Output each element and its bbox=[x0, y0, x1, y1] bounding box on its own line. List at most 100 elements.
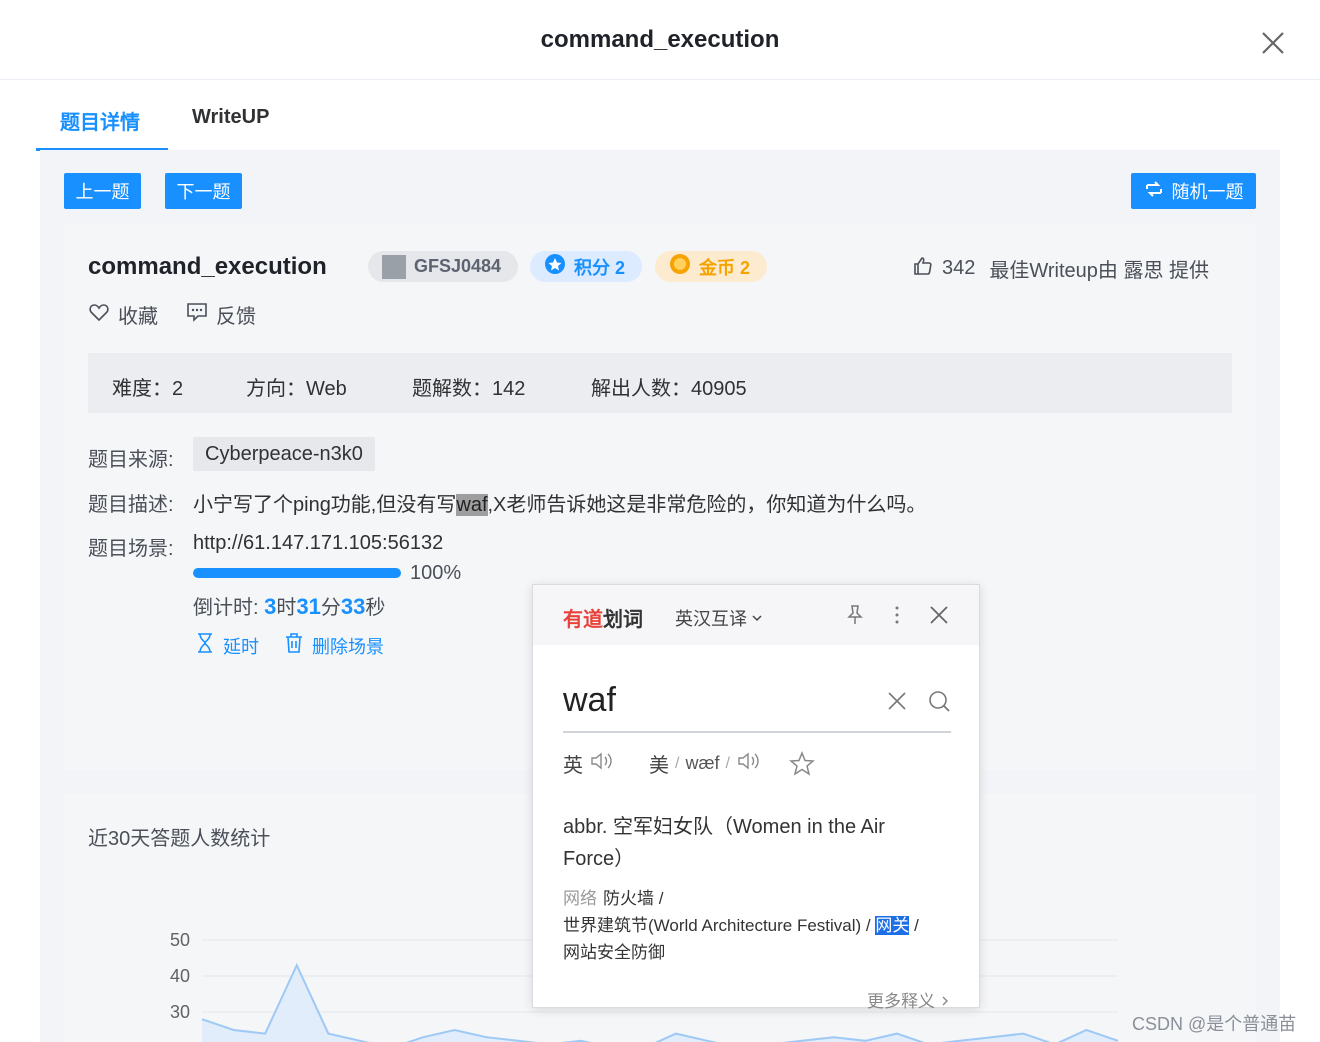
web-def-4: 网站安全防御 bbox=[563, 943, 665, 962]
favorite-button[interactable]: 收藏 bbox=[88, 300, 158, 329]
desc-text: 小宁写了个ping功能,但没有写waf,X老师告诉她这是非常危险的，你知道为什么… bbox=[193, 488, 926, 517]
dialog-title: command_execution bbox=[540, 26, 780, 53]
youdao-logo: 有道划词 bbox=[563, 603, 643, 632]
translate-mode-select[interactable]: 英汉互译 bbox=[675, 605, 763, 631]
stat-difficulty: 难度：2 bbox=[112, 378, 184, 400]
search-underline bbox=[563, 731, 951, 733]
definition: abbr. 空军妇女队（Women in the Air Force） bbox=[563, 816, 885, 870]
extend-button[interactable]: 延时 bbox=[195, 632, 259, 659]
web-def-tag: 网络 bbox=[563, 889, 597, 908]
user-tag-label: GFSJ0484 bbox=[414, 256, 502, 276]
coin-icon bbox=[669, 253, 691, 280]
pin-icon[interactable] bbox=[843, 603, 867, 627]
web-def-3: / bbox=[909, 916, 919, 935]
score-badge: 积分 2 bbox=[530, 251, 642, 282]
delete-scene-button[interactable]: 删除场景 bbox=[284, 632, 384, 659]
us-pronunciation: 美 / wæf / bbox=[649, 749, 764, 778]
scene-url[interactable]: http://61.147.171.105:56132 bbox=[193, 532, 443, 555]
uk-pronunciation: 英 bbox=[563, 749, 617, 778]
coin-label: 金币 2 bbox=[699, 257, 751, 278]
dialog-header: command_execution bbox=[0, 0, 1320, 80]
challenge-title: command_execution bbox=[88, 253, 327, 280]
slash-left: / bbox=[675, 754, 680, 772]
countdown-label: 倒计时: bbox=[193, 597, 265, 619]
scene-progress-bar bbox=[193, 568, 401, 578]
next-button[interactable]: 下一题 bbox=[165, 173, 242, 209]
countdown-minutes-unit: 分 bbox=[320, 597, 341, 619]
lookup-word[interactable]: waf bbox=[563, 681, 616, 720]
close-icon[interactable] bbox=[927, 603, 951, 627]
likes-count: 342 bbox=[942, 257, 976, 279]
clear-icon[interactable] bbox=[885, 689, 909, 713]
likes-info: 342 最佳Writeup由 露思 提供 bbox=[912, 254, 1209, 283]
score-icon bbox=[544, 253, 566, 280]
tab-writeup[interactable]: WriteUP bbox=[192, 106, 269, 129]
app-root: command_execution 题目详情 WriteUP 上一题 下一题 随… bbox=[0, 0, 1320, 1042]
chevron-right-icon bbox=[940, 992, 950, 1011]
heart-icon bbox=[88, 301, 110, 329]
watermark: CSDN @是个普通苗 bbox=[1132, 1014, 1297, 1034]
countdown-hours: 3 bbox=[264, 594, 277, 619]
countdown: 倒计时: 3时31分33秒 bbox=[193, 591, 385, 620]
user-tag[interactable]: GFSJ0484 bbox=[368, 251, 518, 282]
desc-label: 题目描述: bbox=[88, 494, 174, 516]
source-tag: Cyberpeace-n3k0 bbox=[193, 437, 375, 471]
web-def-2: 世界建筑节(World Architecture Festival) / bbox=[563, 916, 871, 935]
stat-direction: 方向：Web bbox=[246, 378, 347, 400]
web-definitions: 网络 防火墙 / 世界建筑节(World Architecture Festiva… bbox=[563, 885, 963, 966]
close-icon[interactable] bbox=[1258, 28, 1288, 58]
trash-icon bbox=[284, 632, 304, 659]
feedback-icon bbox=[186, 301, 208, 329]
countdown-seconds-unit: 秒 bbox=[365, 597, 386, 619]
youdao-logo-product: 划词 bbox=[603, 609, 643, 631]
us-ipa: wæf bbox=[685, 753, 720, 773]
thumbs-up-icon[interactable] bbox=[912, 255, 934, 283]
y-tick-label: 50 bbox=[170, 930, 190, 950]
translate-mode-label: 英汉互译 bbox=[675, 609, 747, 629]
more-definitions-link[interactable]: 更多释义 bbox=[867, 987, 950, 1012]
avatar bbox=[382, 254, 406, 279]
countdown-seconds: 33 bbox=[340, 594, 366, 619]
shuffle-icon bbox=[1144, 179, 1164, 204]
desc-text-b: ,X老师告诉她这是非常危险的，你知道为什么吗。 bbox=[487, 494, 927, 516]
feedback-button[interactable]: 反馈 bbox=[186, 300, 256, 329]
countdown-hours-unit: 时 bbox=[276, 597, 297, 619]
desc-selected-word: waf bbox=[456, 494, 488, 516]
y-tick-label: 40 bbox=[170, 966, 190, 986]
chevron-down-icon bbox=[751, 608, 763, 629]
coin-badge: 金币 2 bbox=[655, 251, 767, 282]
web-def-selected: 网关 bbox=[875, 916, 910, 935]
speaker-icon[interactable] bbox=[736, 750, 764, 778]
scene-progress-text: 100% bbox=[410, 562, 462, 584]
best-writeup-text[interactable]: 最佳Writeup由 露思 提供 bbox=[989, 254, 1209, 283]
slash-right: / bbox=[725, 754, 730, 772]
stat-solves: 题解数：142 bbox=[412, 378, 526, 400]
y-tick-label: 30 bbox=[170, 1002, 190, 1022]
tab-details[interactable]: 题目详情 bbox=[60, 106, 140, 135]
search-icon[interactable] bbox=[927, 689, 951, 713]
chart-title: 近30天答题人数统计 bbox=[88, 828, 271, 850]
more-options-icon[interactable] bbox=[885, 603, 909, 627]
more-definitions-label: 更多释义 bbox=[867, 992, 935, 1011]
prev-button[interactable]: 上一题 bbox=[64, 173, 141, 209]
hourglass-icon bbox=[195, 632, 215, 659]
star-icon[interactable] bbox=[789, 750, 815, 776]
youdao-logo-brand: 有道 bbox=[563, 609, 603, 631]
random-button-label: 随机一题 bbox=[1171, 182, 1244, 202]
delete-scene-label: 删除场景 bbox=[312, 636, 384, 657]
stat-solvers: 解出人数：40905 bbox=[591, 378, 747, 400]
web-def-line-2: 世界建筑节(World Architecture Festival) / 网关 … bbox=[563, 912, 963, 939]
scene-label: 题目场景: bbox=[88, 538, 174, 560]
random-button[interactable]: 随机一题 bbox=[1131, 173, 1256, 209]
web-def-line-3: 网站安全防御 bbox=[563, 939, 963, 966]
youdao-popup: 有道划词 英汉互译 waf 英 美 / wæf / abbr. 空军妇女队（Wo… bbox=[532, 584, 980, 1011]
source-label: 题目来源: bbox=[88, 449, 174, 471]
extend-label: 延时 bbox=[223, 636, 259, 657]
countdown-minutes: 31 bbox=[296, 594, 321, 619]
us-label: 美 bbox=[649, 755, 669, 777]
speaker-icon[interactable] bbox=[589, 750, 617, 778]
web-def-1: 防火墙 / bbox=[603, 889, 664, 908]
desc-text-a: 小宁写了个ping功能,但没有写 bbox=[193, 494, 457, 516]
web-def-line-1: 网络 防火墙 / bbox=[563, 885, 963, 912]
score-label: 积分 2 bbox=[574, 257, 626, 278]
